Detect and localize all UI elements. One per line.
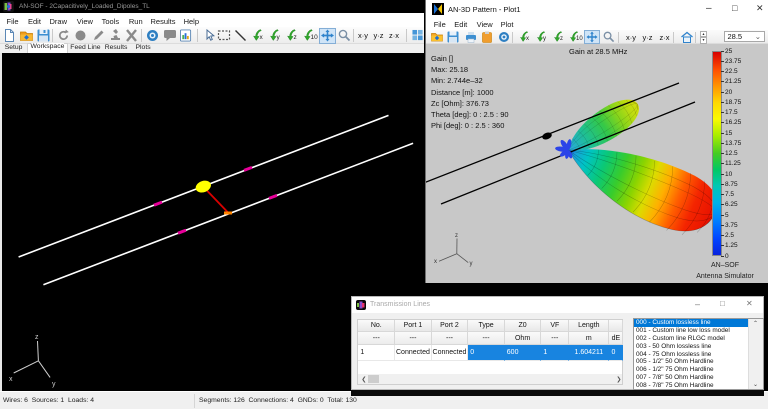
svg-text:y: y [52,381,56,388]
svg-text:z: z [35,334,39,341]
svg-text:x: x [9,376,13,383]
svg-text:y: y [470,261,473,267]
svg-text:x: x [434,259,437,265]
svg-text:z: z [455,233,458,239]
